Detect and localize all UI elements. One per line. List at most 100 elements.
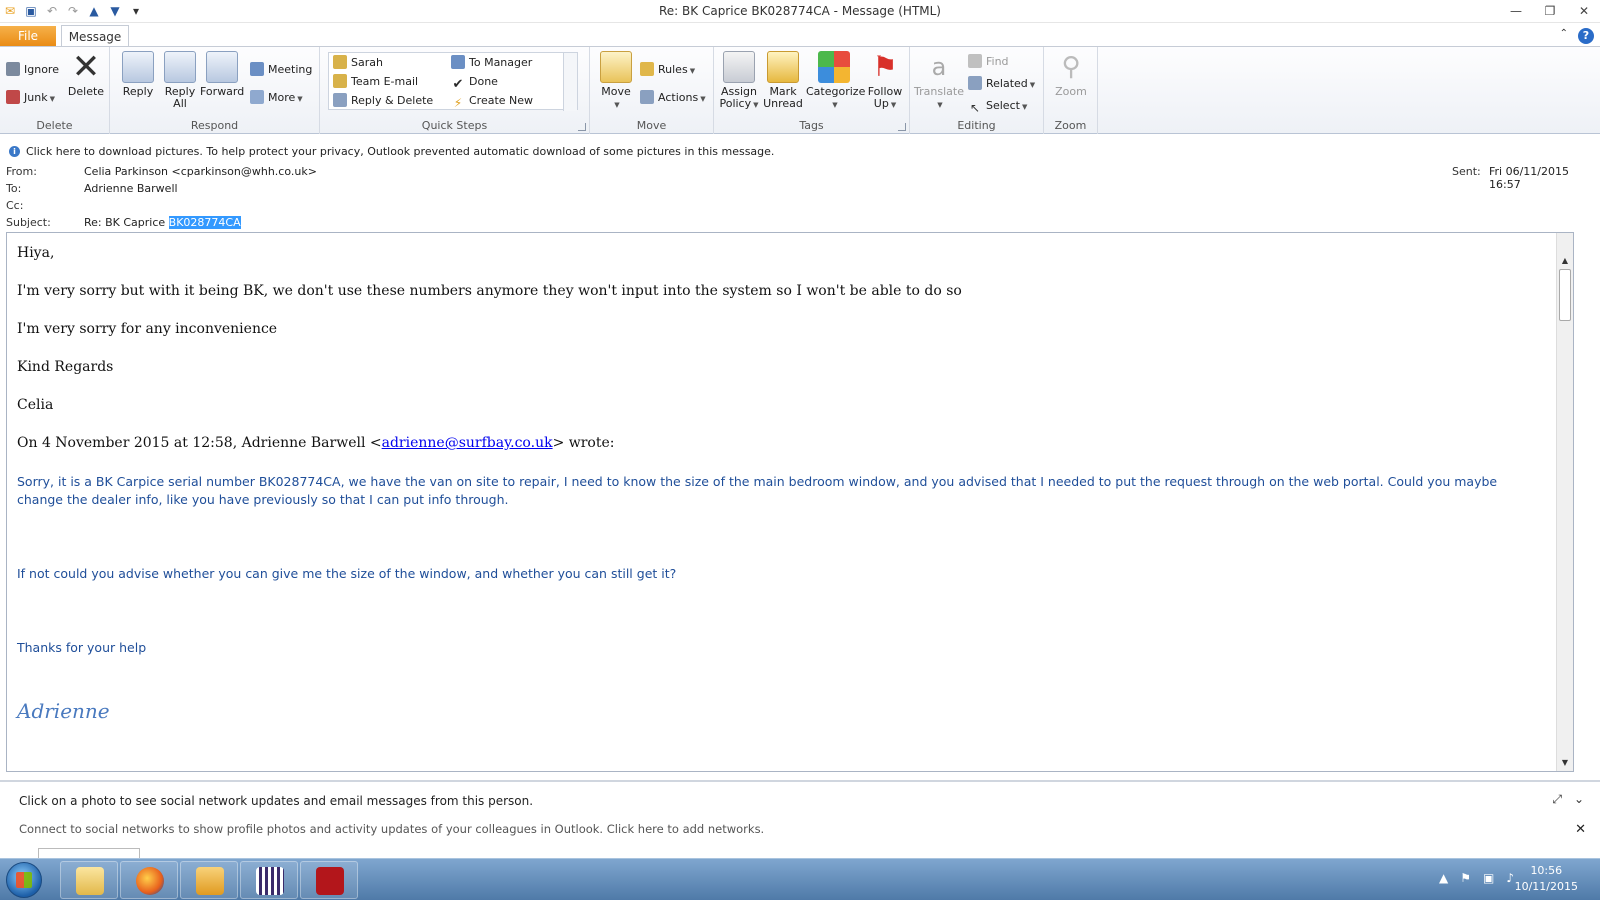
select-label: Select <box>986 99 1020 112</box>
move-folder-icon <box>600 51 632 83</box>
tab-message[interactable]: Message <box>61 25 129 47</box>
action-center-flag-icon[interactable]: ⚑ <box>1460 871 1471 885</box>
sent-label: Sent: <box>1452 165 1481 178</box>
quicksteps-gallery: Sarah Team E-mail Reply & Delete To Mana… <box>328 52 578 111</box>
follow-up-label-2: Up <box>873 97 889 110</box>
body-line-2: I'm very sorry for any inconvenience <box>17 321 278 337</box>
close-icon[interactable]: ✕ <box>1575 822 1586 837</box>
message-body[interactable]: Hiya, I'm very sorry but with it being B… <box>6 232 1574 772</box>
quickstep-create-new-label: Create New <box>469 94 534 107</box>
editing-group: a Translate ▼ Find Related ▼ ↖ Select ▼ Edit… <box>910 47 1044 134</box>
translate-icon: a <box>931 53 947 81</box>
reply-all-label-2: All <box>173 97 187 110</box>
actions-button[interactable]: Actions ▼ <box>640 89 706 107</box>
quote-paragraph-2: If not could you advise whether you can … <box>17 566 677 581</box>
taskbar-firefox[interactable] <box>120 861 178 899</box>
ribbon: Ignore Junk ▼ ✕ Delete Delete Reply Reply… <box>0 46 1600 134</box>
delete-button[interactable]: ✕ Delete <box>66 50 106 98</box>
editing-group-label: Editing <box>957 119 996 132</box>
find-button[interactable]: Find <box>968 53 1009 71</box>
actions-icon <box>640 90 654 104</box>
start-button[interactable] <box>6 862 42 898</box>
people-pane-hint: Click on a photo to see social network u… <box>19 794 534 808</box>
move-button[interactable]: Move ▼ <box>596 51 636 111</box>
people-pane-connect-link[interactable]: Connect to social networks to show profi… <box>19 822 764 836</box>
window-controls: — ❐ ✕ <box>1506 2 1594 20</box>
taskbar-app[interactable] <box>240 861 298 899</box>
quickstep-to-manager-label: To Manager <box>469 56 533 69</box>
more-button[interactable]: More ▼ <box>250 89 303 107</box>
scroll-down-icon[interactable]: ▼ <box>1559 757 1571 769</box>
taskbar-outlook[interactable] <box>180 861 238 899</box>
taskbar-clock[interactable]: 10:56 10/11/2015 <box>1515 863 1578 895</box>
quicksteps-scroll[interactable] <box>563 53 577 111</box>
quickstep-team-email-label: Team E-mail <box>351 75 419 88</box>
zoom-label: Zoom <box>1055 85 1087 98</box>
sender-email-link[interactable]: adrienne@surfbay.co.uk <box>382 435 553 451</box>
zoom-group-label: Zoom <box>1054 119 1087 132</box>
reply-label: Reply <box>122 85 154 98</box>
quickstep-team-email[interactable]: Team E-mail <box>333 73 418 91</box>
reply-all-button[interactable]: Reply All <box>160 51 200 110</box>
body-name: Celia <box>17 397 54 413</box>
minimize-ribbon-icon[interactable]: ⌃ <box>1560 28 1568 44</box>
expand-icon[interactable]: ⤢ <box>1552 792 1562 807</box>
restore-button[interactable]: ❐ <box>1540 2 1560 20</box>
select-button[interactable]: ↖ Select ▼ <box>968 97 1027 115</box>
meeting-button[interactable]: Meeting <box>250 61 312 79</box>
signature: Adrienne <box>17 699 110 723</box>
quickstep-to-manager[interactable]: To Manager <box>451 54 532 72</box>
help-icon[interactable]: ? <box>1578 28 1594 44</box>
download-pictures-infobar[interactable]: i Click here to download pictures. To he… <box>0 143 1600 161</box>
mark-unread-button[interactable]: Mark Unread <box>762 51 804 110</box>
title-bar: ✉ ▣ ↶ ↷ ▲ ▼ ▾ Re: BK Caprice BK028774CA … <box>0 0 1600 23</box>
volume-icon[interactable]: ♪ <box>1506 871 1514 885</box>
magnifier-icon: ⚲ <box>1061 52 1081 82</box>
subject-selected-text[interactable]: BK028774CA <box>168 216 241 229</box>
junk-button[interactable]: Junk ▼ <box>6 89 55 107</box>
close-button[interactable]: ✕ <box>1574 2 1594 20</box>
zoom-button[interactable]: ⚲ Zoom <box>1050 51 1092 98</box>
from-label: From: <box>6 165 37 178</box>
junk-label: Junk <box>24 91 48 104</box>
checkmark-icon: ✔ <box>452 77 464 92</box>
follow-up-button[interactable]: ⚑ Follow Up ▼ <box>864 51 906 111</box>
tray-expand-icon[interactable]: ▲ <box>1439 871 1448 885</box>
from-value[interactable]: Celia Parkinson <cparkinson@whh.co.uk> <box>84 165 317 178</box>
quote-paragraph-1: Sorry, it is a BK Carpice serial number … <box>17 474 1498 507</box>
quickstep-reply-delete[interactable]: Reply & Delete <box>333 92 433 110</box>
clock-date: 10/11/2015 <box>1514 880 1578 893</box>
related-icon <box>968 76 982 90</box>
system-tray: ▲ ⚑ ▣ ♪ <box>1439 871 1514 885</box>
minimize-button[interactable]: — <box>1506 2 1526 20</box>
forward-button[interactable]: Forward <box>200 51 244 98</box>
meeting-icon <box>250 62 264 76</box>
window-title: Re: BK Caprice BK028774CA - Message (HTM… <box>659 4 941 18</box>
reply-button[interactable]: Reply <box>118 51 158 98</box>
categorize-button[interactable]: Categorize ▼ <box>806 51 865 111</box>
subject-value: Re: BK Caprice BK028774CA <box>84 216 241 229</box>
tab-file[interactable]: File <box>0 26 56 47</box>
translate-button[interactable]: a Translate ▼ <box>914 51 964 111</box>
quickstep-create-new[interactable]: ⚡ Create New <box>451 92 533 110</box>
network-icon[interactable]: ▣ <box>1483 871 1494 885</box>
related-button[interactable]: Related ▼ <box>968 75 1035 93</box>
quickstep-sarah[interactable]: Sarah <box>333 54 383 72</box>
people-pane-controls: ⤢ ⌄ <box>1552 792 1584 807</box>
to-value[interactable]: Adrienne Barwell <box>84 182 178 195</box>
more-label: More <box>268 91 296 104</box>
taskbar-acrobat[interactable] <box>300 861 358 899</box>
categorize-icon <box>818 51 850 83</box>
chevron-down-icon[interactable]: ⌄ <box>1574 792 1584 807</box>
flag-icon: ⚑ <box>872 50 898 83</box>
rules-button[interactable]: Rules ▼ <box>640 61 695 79</box>
taskbar-explorer[interactable] <box>60 861 118 899</box>
windows-taskbar: ▲ ⚑ ▣ ♪ 10:56 10/11/2015 <box>0 858 1600 900</box>
junk-icon <box>6 90 20 104</box>
scroll-up-icon[interactable]: ▲ <box>1559 255 1571 267</box>
scroll-thumb[interactable] <box>1559 269 1571 321</box>
body-scrollbar[interactable]: ▲ ▼ <box>1556 233 1573 771</box>
quickstep-done[interactable]: ✔ Done <box>451 73 498 92</box>
assign-policy-button[interactable]: Assign Policy ▼ <box>718 51 760 111</box>
ignore-button[interactable]: Ignore <box>6 61 59 79</box>
